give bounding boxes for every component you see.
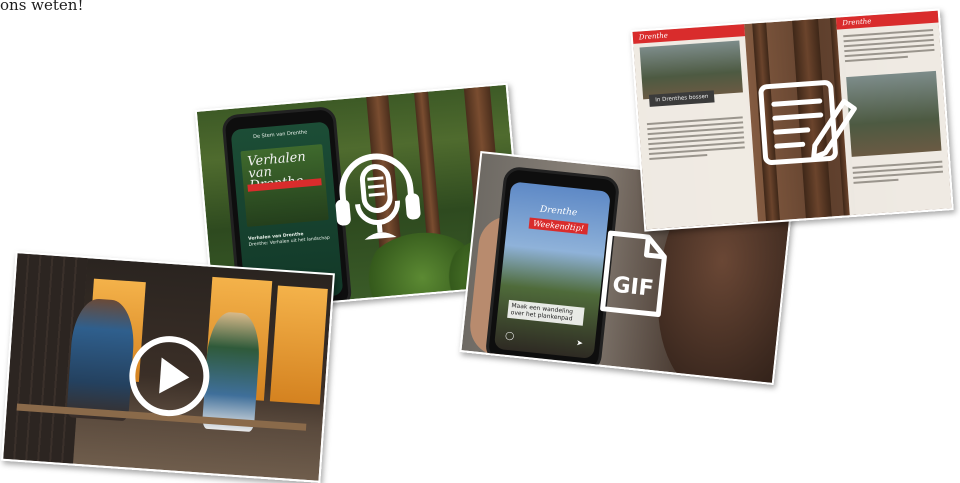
gif-file-icon: GIF xyxy=(600,230,667,318)
article-text xyxy=(843,28,935,65)
article-page-left: Drenthe In Drenthes bossen xyxy=(632,24,759,230)
play-icon[interactable] xyxy=(125,331,215,421)
caption-text: ons weten! xyxy=(0,0,84,14)
screen-header: De Stem van Drenthe xyxy=(252,129,308,141)
article-text xyxy=(852,160,944,187)
lit-window xyxy=(269,285,328,405)
story-tag: Weekendtip! xyxy=(528,217,589,235)
story-controls: ◯ ➤ xyxy=(505,331,584,348)
episode-info: Verhalen van Drenthe Drenthe: Verhalen u… xyxy=(248,230,333,249)
article-card[interactable]: Drenthe In Drenthes bossen Drenthe xyxy=(630,8,954,232)
microphone-headphones-icon xyxy=(335,153,421,240)
page-logo: Drenthe xyxy=(835,10,939,30)
story-text-box: Maak een wandeling over het plankenpad xyxy=(507,299,585,326)
landscape-photo xyxy=(639,40,743,100)
article-text xyxy=(646,116,746,163)
story-logo: Drenthe xyxy=(539,204,578,219)
gif-icon-label: GIF xyxy=(611,273,655,302)
camera-icon[interactable]: ◯ xyxy=(505,331,515,341)
document-pencil-icon xyxy=(758,80,857,166)
share-icon[interactable]: ➤ xyxy=(576,338,584,348)
story-screen: Drenthe Weekendtip! Maak een wandeling o… xyxy=(493,181,611,359)
video-card[interactable] xyxy=(1,251,335,483)
